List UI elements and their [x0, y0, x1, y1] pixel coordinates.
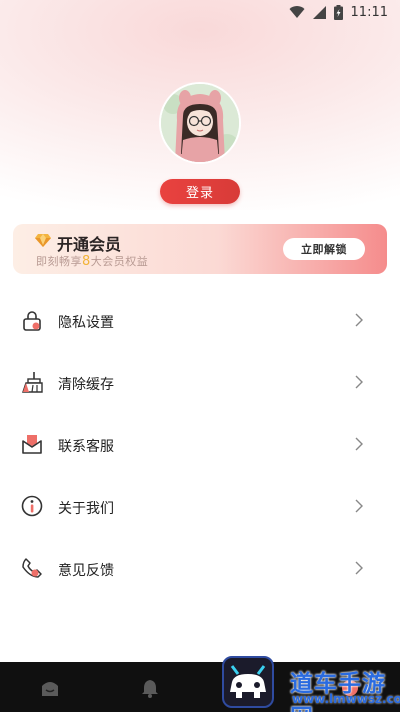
- vip-benefit-count: 8: [82, 254, 91, 269]
- avatar[interactable]: [161, 84, 239, 162]
- diamond-icon: [35, 234, 51, 247]
- vip-banner[interactable]: 开通会员 即刻畅享8大会员权益 立即解锁: [13, 224, 387, 274]
- lock-icon: [23, 311, 41, 331]
- menu-item-label: 意见反馈: [58, 563, 114, 579]
- status-bar: 11:11: [0, 0, 400, 24]
- battery-icon: [333, 4, 343, 20]
- menu-item-privacy[interactable]: 隐私设置: [0, 300, 400, 340]
- menu-item-label: 关于我们: [58, 501, 114, 517]
- vip-title: 开通会员: [57, 235, 122, 254]
- avatar-illustration: [161, 84, 239, 162]
- menu-item-label: 清除缓存: [58, 377, 114, 393]
- menu-item-label: 隐私设置: [58, 315, 114, 331]
- status-time: 11:11: [350, 4, 388, 20]
- signal-icon: [312, 5, 326, 19]
- menu-item-label: 联系客服: [58, 439, 114, 455]
- mail-icon: [22, 435, 42, 454]
- login-button[interactable]: 登录: [160, 179, 240, 204]
- menu-item-about[interactable]: 关于我们: [0, 486, 400, 526]
- car-icon: [230, 665, 266, 698]
- menu-item-clear-cache[interactable]: 清除缓存: [0, 362, 400, 402]
- vip-subtitle-suffix: 大会员权益: [90, 255, 149, 268]
- vip-subtitle: 即刻畅享8大会员权益: [36, 253, 148, 269]
- watermark-logo: [222, 656, 274, 708]
- menu-item-contact[interactable]: 联系客服: [0, 424, 400, 464]
- phone-icon: [22, 558, 42, 578]
- watermark-url: www.lmwwsz.com: [292, 692, 400, 706]
- unlock-button[interactable]: 立即解锁: [283, 238, 365, 260]
- chevron-right-icon: [355, 375, 363, 389]
- vip-subtitle-prefix: 即刻畅享: [36, 255, 82, 268]
- chevron-right-icon: [355, 499, 363, 513]
- broom-icon: [22, 372, 43, 393]
- wifi-icon: [289, 5, 305, 18]
- bell-icon[interactable]: [140, 678, 160, 698]
- menu-item-feedback[interactable]: 意见反馈: [0, 548, 400, 588]
- chevron-right-icon: [355, 313, 363, 327]
- chevron-right-icon: [355, 437, 363, 451]
- chevron-right-icon: [355, 561, 363, 575]
- home-icon[interactable]: [40, 678, 60, 698]
- info-icon: [21, 495, 43, 517]
